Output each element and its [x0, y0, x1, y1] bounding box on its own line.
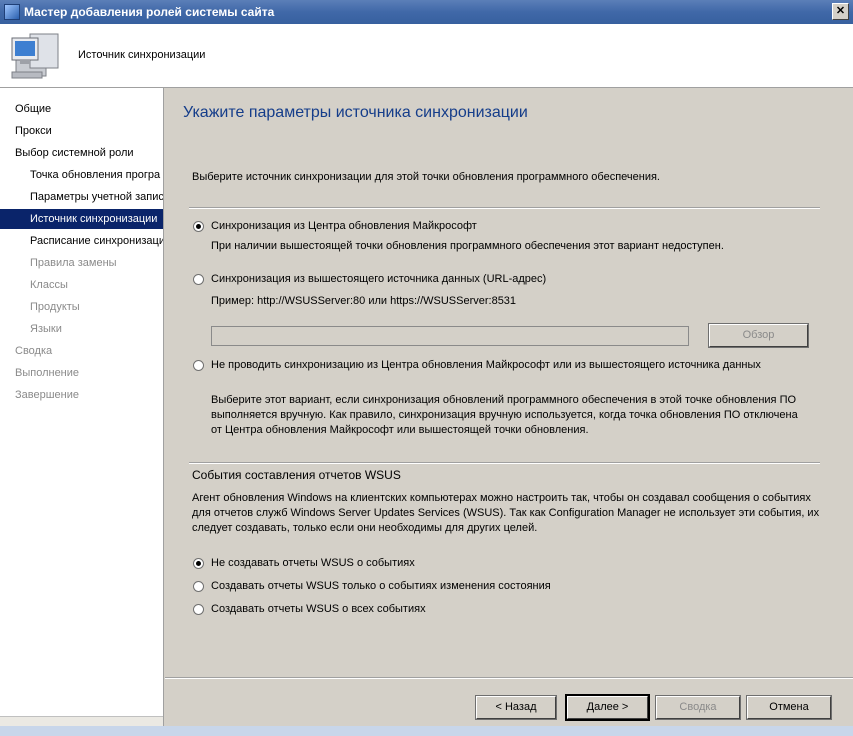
radio-sync-upstream[interactable] — [193, 274, 204, 285]
taskbar-strip — [0, 726, 853, 736]
step-update-point[interactable]: Точка обновления програ — [0, 165, 163, 185]
wizard-step-list: Общие Прокси Выбор системной роли Точка … — [0, 88, 164, 726]
reporting-section-title: События составления отчетов WSUS — [192, 468, 401, 482]
step-proxy[interactable]: Прокси — [0, 121, 163, 141]
page-title: Укажите параметры источника синхронизаци… — [183, 104, 528, 121]
radio-sync-upstream-label[interactable]: Синхронизация из вышестоящего источника … — [211, 273, 546, 285]
step-completion: Завершение — [15, 389, 79, 401]
option3-note: Выберите этот вариант, если синхронизаци… — [211, 393, 798, 438]
reporting-description-line: следует создавать, только если они необх… — [192, 522, 538, 534]
option1-note: При наличии вышестоящей точки обновления… — [211, 240, 724, 252]
radio-no-sync[interactable] — [193, 360, 204, 371]
browse-button[interactable]: Обзор — [708, 323, 809, 348]
footer-divider — [165, 677, 853, 679]
next-button[interactable]: Далее > — [565, 694, 650, 721]
divider — [189, 462, 820, 464]
radio-status-change-reports[interactable] — [193, 581, 204, 592]
reporting-description-line: Агент обновления Windows на клиентских к… — [192, 492, 811, 504]
reporting-description: Агент обновления Windows на клиентских к… — [192, 491, 819, 536]
radio-sync-microsoft-update[interactable] — [193, 221, 204, 232]
back-button[interactable]: < Назад — [475, 695, 557, 720]
step-sync-schedule[interactable]: Расписание синхронизаци — [0, 231, 163, 251]
step-supersedence-rules: Правила замены — [30, 257, 117, 269]
cancel-button[interactable]: Отмена — [746, 695, 832, 720]
step-system-role[interactable]: Выбор системной роли — [0, 143, 163, 163]
step-account-settings[interactable]: Параметры учетной запис — [0, 187, 163, 207]
step-general[interactable]: Общие — [0, 99, 163, 119]
computer-icon — [11, 33, 59, 79]
wizard-page: Укажите параметры источника синхронизаци… — [165, 88, 853, 678]
radio-no-wsus-reports[interactable] — [193, 558, 204, 569]
close-window-button[interactable]: ✕ — [832, 3, 849, 20]
radio-no-wsus-reports-label[interactable]: Не создавать отчеты WSUS о событиях — [211, 557, 415, 569]
radio-status-change-reports-label[interactable]: Создавать отчеты WSUS только о событиях … — [211, 580, 551, 592]
option3-note-line: выполняется вручную. Как правило, синхро… — [211, 409, 798, 421]
wizard-app-icon — [4, 4, 20, 20]
step-products: Продукты — [30, 301, 80, 313]
radio-no-sync-label[interactable]: Не проводить синхронизацию из Центра обн… — [211, 359, 761, 371]
wizard-header: Источник синхронизации — [0, 24, 853, 88]
header-title: Источник синхронизации — [78, 49, 206, 61]
reporting-description-line: для отчетов служб Windows Server Updates… — [192, 507, 820, 519]
radio-all-event-reports[interactable] — [193, 604, 204, 615]
step-sync-source[interactable]: Источник синхронизации — [0, 209, 163, 229]
sidebar-horizontal-scrollbar[interactable] — [0, 716, 163, 726]
radio-all-event-reports-label[interactable]: Создавать отчеты WSUS о всех событиях — [211, 603, 426, 615]
radio-sync-microsoft-update-label[interactable]: Синхронизация из Центра обновления Майкр… — [211, 220, 477, 232]
window-title: Мастер добавления ролей системы сайта — [24, 5, 275, 19]
upstream-url-input[interactable] — [211, 326, 689, 346]
step-summary: Сводка — [15, 345, 53, 357]
summary-button[interactable]: Сводка — [655, 695, 741, 720]
step-progress: Выполнение — [15, 367, 80, 379]
intro-text: Выберите источник синхронизации для этой… — [192, 171, 660, 183]
step-languages: Языки — [30, 323, 62, 335]
url-example-text: Пример: http://WSUSServer:80 или https:/… — [211, 295, 517, 307]
window-titlebar: Мастер добавления ролей системы сайта ✕ — [0, 0, 853, 24]
divider — [189, 207, 820, 209]
step-classes: Классы — [30, 279, 68, 291]
option3-note-line: от Центра обновления Майкрософт или выше… — [211, 424, 589, 436]
option3-note-line: Выберите этот вариант, если синхронизаци… — [211, 394, 797, 406]
